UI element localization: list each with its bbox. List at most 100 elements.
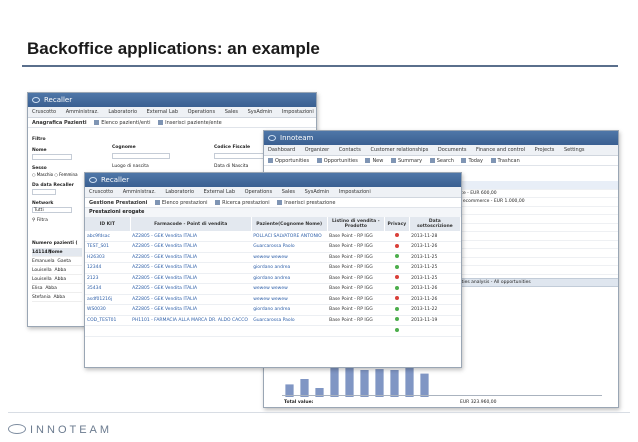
slide-title: Backoffice applications: an example [27, 39, 320, 58]
list-item[interactable]: Emanuela Gaeta [32, 257, 82, 266]
total-value: EUR 323.960,00 [460, 400, 497, 405]
toolbar-link[interactable]: Ricerca prestazioni [222, 200, 270, 206]
nome-input[interactable] [32, 154, 72, 160]
menu-item[interactable]: Documents [438, 147, 467, 153]
privacy-status-icon [384, 231, 410, 242]
menu-item[interactable]: Projects [535, 147, 555, 153]
table-row[interactable]: COD_TEST01 PH1101 - FARMACIA ALLA MARCA D… [85, 315, 461, 326]
table-row[interactable]: 2123 AZ2805 - GEK Vendita ITALIA giordano … [85, 273, 461, 284]
menu-item[interactable]: Laboratorio [108, 109, 137, 115]
table-cell-id[interactable]: 35434 [85, 283, 131, 295]
toolbar-link[interactable]: Trashcan [498, 158, 520, 164]
table-cell-paz[interactable]: giordano andrea [251, 304, 328, 316]
table-cell-id[interactable]: H26303 [85, 252, 131, 263]
table-row[interactable] [85, 325, 461, 337]
column-header[interactable]: Paziente(Cognome Nome) [251, 217, 328, 231]
list-item[interactable]: Elisa Abba [32, 284, 82, 293]
menu-item[interactable]: Laboratorio [165, 189, 194, 195]
toolbar-link[interactable]: Opportunities [324, 158, 358, 164]
menu-item[interactable]: SysAdmin [248, 109, 273, 115]
menu-item[interactable]: Customer relationships [370, 147, 428, 153]
menu-item[interactable]: Dashboard [268, 147, 295, 153]
table-cell-paz[interactable] [251, 325, 328, 337]
menu-item[interactable]: Finance and control [476, 147, 525, 153]
filter-button[interactable]: ⚲ Filtra [32, 218, 80, 223]
table-cell-paz[interactable]: Guarcarossa Paolo [251, 315, 328, 326]
list-item[interactable]: Louisella Abba [32, 275, 82, 284]
toolbar-link[interactable]: Opportunities [275, 158, 309, 164]
table-cell-paz[interactable]: wewew wewew [251, 294, 328, 305]
table-row[interactable]: H26303 AZ2805 - GEK Vendita ITALIA wewew w… [85, 252, 461, 263]
menu-item[interactable]: Amministraz. [123, 189, 156, 195]
menu-item[interactable]: Cruscotto [89, 189, 113, 195]
table-cell-id[interactable]: 12344 [85, 262, 131, 274]
table-cell-farm[interactable]: AZ2805 - GEK Vendita ITALIA [130, 273, 252, 284]
toolbar-link[interactable]: Summary [398, 158, 422, 164]
table-cell-id[interactable]: 2123 [85, 273, 131, 284]
table-cell-paz[interactable]: giordano andrea [251, 262, 328, 274]
column-header[interactable]: Data sottoscrizione [409, 217, 461, 231]
table-cell-id[interactable]: COD_TEST01 [85, 315, 131, 326]
menu-item[interactable]: Organizer [305, 147, 329, 153]
table-cell-farm[interactable]: AZ2805 - GEK Vendita ITALIA [130, 241, 252, 253]
menu-item[interactable]: Amministraz. [66, 109, 99, 115]
table-row[interactable]: abc9fdsac AZ2805 - GEK Vendita ITALIA POLL… [85, 231, 461, 242]
table-cell-farm[interactable]: AZ2805 - GEK Vendita ITALIA [130, 252, 252, 263]
menu-item[interactable]: Operations [188, 109, 216, 115]
table-cell-listino: Base Point - RP IGG [327, 231, 385, 242]
table-cell-paz[interactable]: Guarcarossa Paolo [251, 241, 328, 253]
table-cell-farm[interactable]: AZ2805 - GEK Vendita ITALIA [130, 262, 252, 274]
table-row[interactable]: TEST_S01 AZ2805 - GEK Vendita ITALIA Guarc… [85, 241, 461, 253]
privacy-dot-icon [394, 306, 399, 311]
menu-item[interactable]: Contacts [339, 147, 361, 153]
menu-item[interactable]: Sales [225, 109, 238, 115]
menu-item[interactable]: External Lab [147, 109, 178, 115]
column-header[interactable]: Listino di vendita - Prodotto [327, 217, 386, 231]
menu-item[interactable]: Impostazioni [282, 109, 314, 115]
table-cell-id[interactable]: TEST_S01 [85, 241, 131, 253]
table-cell-farm[interactable]: AZ2805 - GEK Vendita ITALIA [130, 283, 252, 295]
table-cell-farm[interactable]: AZ2805 - GEK Vendita ITALIA [130, 304, 252, 316]
table-cell-farm[interactable]: AZ2805 - GEK Vendita ITALIA [130, 294, 252, 305]
table-cell-data: 2013-11-25 [409, 273, 461, 284]
network-select[interactable]: Tutti [32, 207, 72, 213]
menu-item[interactable]: Impostazioni [339, 189, 371, 195]
table-cell-farm[interactable]: AZ2805 - GEK Vendita ITALIA [130, 231, 252, 242]
table-cell-listino: Base Point - RP IGG [327, 262, 385, 274]
toolbar-link[interactable]: Elenco prestazioni [162, 200, 208, 206]
date-input[interactable] [32, 189, 56, 195]
table-cell-id[interactable] [85, 325, 131, 337]
table-cell-paz[interactable]: wewew wewew [251, 283, 328, 295]
menu-item[interactable]: Operations [245, 189, 273, 195]
toolbar-link[interactable]: New [372, 158, 383, 164]
sesso-option[interactable]: ○ Maschio ○ Femmina [32, 172, 80, 177]
toolbar-link[interactable]: Search [437, 158, 454, 164]
table-row[interactable]: 35434 AZ2805 - GEK Vendita ITALIA wewew we… [85, 283, 461, 295]
table-row[interactable]: 12344 AZ2805 - GEK Vendita ITALIA giordano… [85, 262, 461, 274]
menu-item[interactable]: Cruscotto [32, 109, 56, 115]
menu-item[interactable]: SysAdmin [305, 189, 330, 195]
table-cell-id[interactable]: WS0030 [85, 304, 131, 316]
list-item[interactable]: Stefania Abba [32, 293, 82, 302]
toolbar-link[interactable]: Inserisci prestazione [284, 200, 335, 206]
table-cell-farm[interactable]: PH1101 - FARMACIA ALLA MARCA DR. ALDO CA… [130, 315, 252, 326]
table-cell-id[interactable]: asdf01216j [85, 294, 131, 305]
toolbar-link[interactable]: Today [468, 158, 482, 164]
table-cell-paz[interactable]: POLLACI SALVATORE ANTONIO [251, 231, 328, 242]
table-cell-paz[interactable]: wewew wewew [251, 252, 328, 263]
toolbar-link[interactable]: Inserisci paziente/ente [165, 120, 222, 126]
column-header[interactable]: Farmacode - Point di vendita [130, 217, 252, 231]
menu-item[interactable]: External Lab [204, 189, 235, 195]
table-cell-id[interactable]: abc9fdsac [85, 231, 131, 242]
cognome-input[interactable] [112, 153, 170, 159]
table-row[interactable]: asdf01216j AZ2805 - GEK Vendita ITALIA wew… [85, 294, 461, 305]
table-cell-farm[interactable] [130, 325, 252, 337]
menu-item[interactable]: Settings [564, 147, 585, 153]
table-row[interactable]: WS0030 AZ2805 - GEK Vendita ITALIA giordan… [85, 304, 461, 316]
column-header[interactable]: ID KIT [85, 217, 131, 231]
menu-item[interactable]: Sales [282, 189, 295, 195]
column-header[interactable]: Privacy [384, 217, 410, 231]
list-item[interactable]: Louisella Abba [32, 266, 82, 275]
table-cell-paz[interactable]: giordano andrea [251, 273, 328, 284]
toolbar-link[interactable]: Elenco pazienti/enti [101, 120, 150, 126]
